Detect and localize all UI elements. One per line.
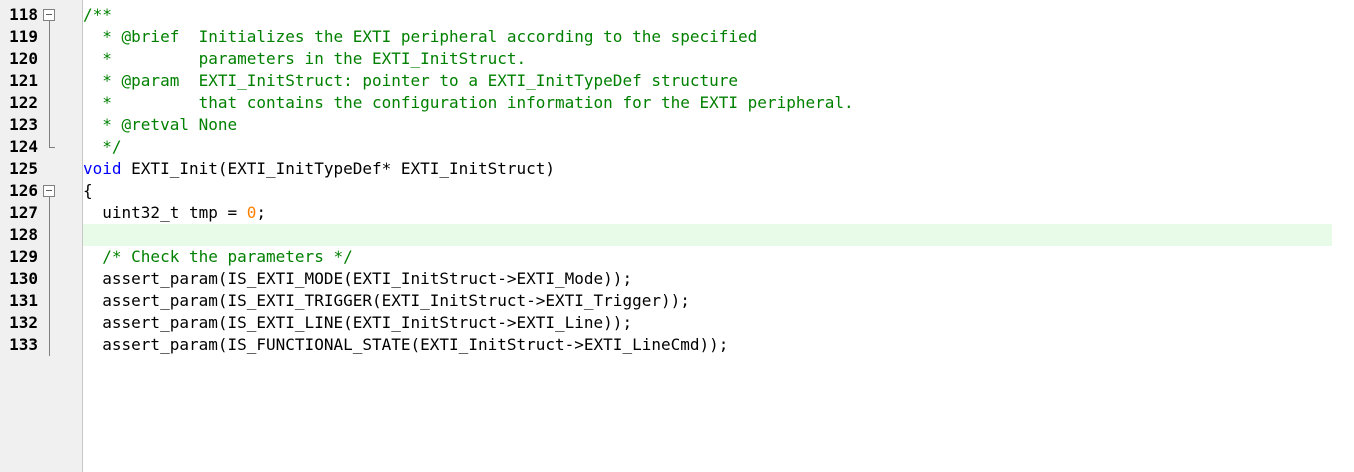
keyword-token: void (83, 159, 122, 178)
line-number: 120 (9, 49, 38, 68)
code-text[interactable]: assert_param(IS_EXTI_MODE(EXTI_InitStruc… (83, 268, 632, 290)
line-number: 123 (9, 115, 38, 134)
code-line[interactable]: 129 /* Check the parameters */ (0, 246, 1354, 268)
code-text[interactable]: void EXTI_Init(EXTI_InitTypeDef* EXTI_In… (83, 158, 555, 180)
code-text[interactable]: * @retval None (83, 114, 237, 136)
code-text[interactable]: * parameters in the EXTI_InitStruct. (83, 48, 526, 70)
code-token: { (83, 181, 93, 200)
code-line[interactable]: 133 assert_param(IS_FUNCTIONAL_STATE(EXT… (0, 334, 1354, 356)
line-number: 127 (9, 203, 38, 222)
line-number: 130 (9, 269, 38, 288)
code-token: uint32_t tmp = (83, 203, 247, 222)
code-text[interactable]: { (83, 180, 93, 202)
fold-line-icon (42, 26, 56, 48)
line-number: 118 (9, 5, 38, 24)
current-line-highlight (83, 224, 1332, 246)
code-token: assert_param(IS_EXTI_LINE(EXTI_InitStruc… (83, 313, 633, 332)
line-number: 131 (9, 291, 38, 310)
fold-end-icon (42, 136, 56, 158)
code-text[interactable]: assert_param(IS_EXTI_LINE(EXTI_InitStruc… (83, 312, 632, 334)
code-line[interactable]: 127 uint32_t tmp = 0; (0, 202, 1354, 224)
code-text[interactable]: /** (83, 4, 112, 26)
code-line[interactable]: 125 void EXTI_Init(EXTI_InitTypeDef* EXTI… (0, 158, 1354, 180)
code-token: assert_param(IS_FUNCTIONAL_STATE(EXTI_In… (83, 335, 729, 354)
comment-token: * @param EXTI_InitStruct: pointer to a E… (83, 71, 739, 90)
fold-line-icon (42, 92, 56, 114)
comment-token: * that contains the configuration inform… (83, 93, 854, 112)
fold-minus-icon[interactable] (42, 180, 56, 202)
code-line[interactable]: 126 { (0, 180, 1354, 202)
code-line[interactable]: 121 * @param EXTI_InitStruct: pointer to… (0, 70, 1354, 92)
code-line[interactable]: 131 assert_param(IS_EXTI_TRIGGER(EXTI_In… (0, 290, 1354, 312)
comment-token: /* Check the parameters */ (102, 247, 353, 266)
code-line[interactable]: 119 * @brief Initializes the EXTI periph… (0, 26, 1354, 48)
line-number: 133 (9, 335, 38, 354)
comment-token: * @brief Initializes the EXTI peripheral… (83, 27, 758, 46)
fold-line-icon (42, 224, 56, 246)
line-number: 125 (9, 159, 38, 178)
fold-line-icon (42, 290, 56, 312)
code-line[interactable]: 122 * that contains the configuration in… (0, 92, 1354, 114)
code-line[interactable]: 120 * parameters in the EXTI_InitStruct. (0, 48, 1354, 70)
current-line[interactable]: 128 (0, 224, 1354, 246)
line-number: 121 (9, 71, 38, 90)
code-line[interactable]: 130 assert_param(IS_EXTI_MODE(EXTI_InitS… (0, 268, 1354, 290)
fold-line-icon (42, 202, 56, 224)
line-number: 124 (9, 137, 38, 156)
line-number: 128 (9, 225, 38, 244)
number-token: 0 (246, 203, 257, 222)
line-number: 126 (9, 181, 38, 200)
fold-empty (42, 158, 56, 180)
code-text[interactable]: assert_param(IS_EXTI_TRIGGER(EXTI_InitSt… (83, 290, 690, 312)
code-area[interactable]: 118 /** 119 * @brief Initializes the EXTI … (0, 4, 1354, 356)
fold-line-icon (42, 246, 56, 268)
code-token: assert_param(IS_EXTI_TRIGGER(EXTI_InitSt… (83, 291, 690, 310)
code-text[interactable]: */ (83, 136, 122, 158)
fold-line-icon (42, 48, 56, 70)
comment-token: * parameters in the EXTI_InitStruct. (83, 49, 527, 68)
code-token: EXTI_Init(EXTI_InitTypeDef* EXTI_InitStr… (121, 159, 556, 178)
code-text[interactable]: * @brief Initializes the EXTI peripheral… (83, 26, 757, 48)
code-line[interactable]: 132 assert_param(IS_EXTI_LINE(EXTI_InitS… (0, 312, 1354, 334)
line-number: 119 (9, 27, 38, 46)
comment-token: /** (83, 5, 112, 24)
code-text[interactable]: assert_param(IS_FUNCTIONAL_STATE(EXTI_In… (83, 334, 728, 356)
code-line[interactable]: 118 /** (0, 4, 1354, 26)
code-text[interactable]: uint32_t tmp = 0; (83, 202, 266, 224)
fold-line-icon (42, 70, 56, 92)
fold-minus-icon[interactable] (42, 4, 56, 26)
code-text[interactable]: * that contains the configuration inform… (83, 92, 854, 114)
line-number: 132 (9, 313, 38, 332)
fold-line-icon (42, 268, 56, 290)
code-line[interactable]: 124 */ (0, 136, 1354, 158)
comment-token: * @retval None (83, 115, 238, 134)
code-text[interactable]: /* Check the parameters */ (83, 246, 353, 268)
code-editor[interactable]: 118 /** 119 * @brief Initializes the EXTI … (0, 0, 1354, 472)
code-line[interactable]: 123 * @retval None (0, 114, 1354, 136)
code-text[interactable]: * @param EXTI_InitStruct: pointer to a E… (83, 70, 738, 92)
fold-line-icon (42, 114, 56, 136)
code-token: ; (256, 203, 267, 222)
fold-line-icon (42, 312, 56, 334)
comment-token: */ (83, 137, 122, 156)
line-number: 129 (9, 247, 38, 266)
line-number: 122 (9, 93, 38, 112)
code-token: assert_param(IS_EXTI_MODE(EXTI_InitStruc… (83, 269, 633, 288)
fold-line-icon (42, 334, 56, 356)
